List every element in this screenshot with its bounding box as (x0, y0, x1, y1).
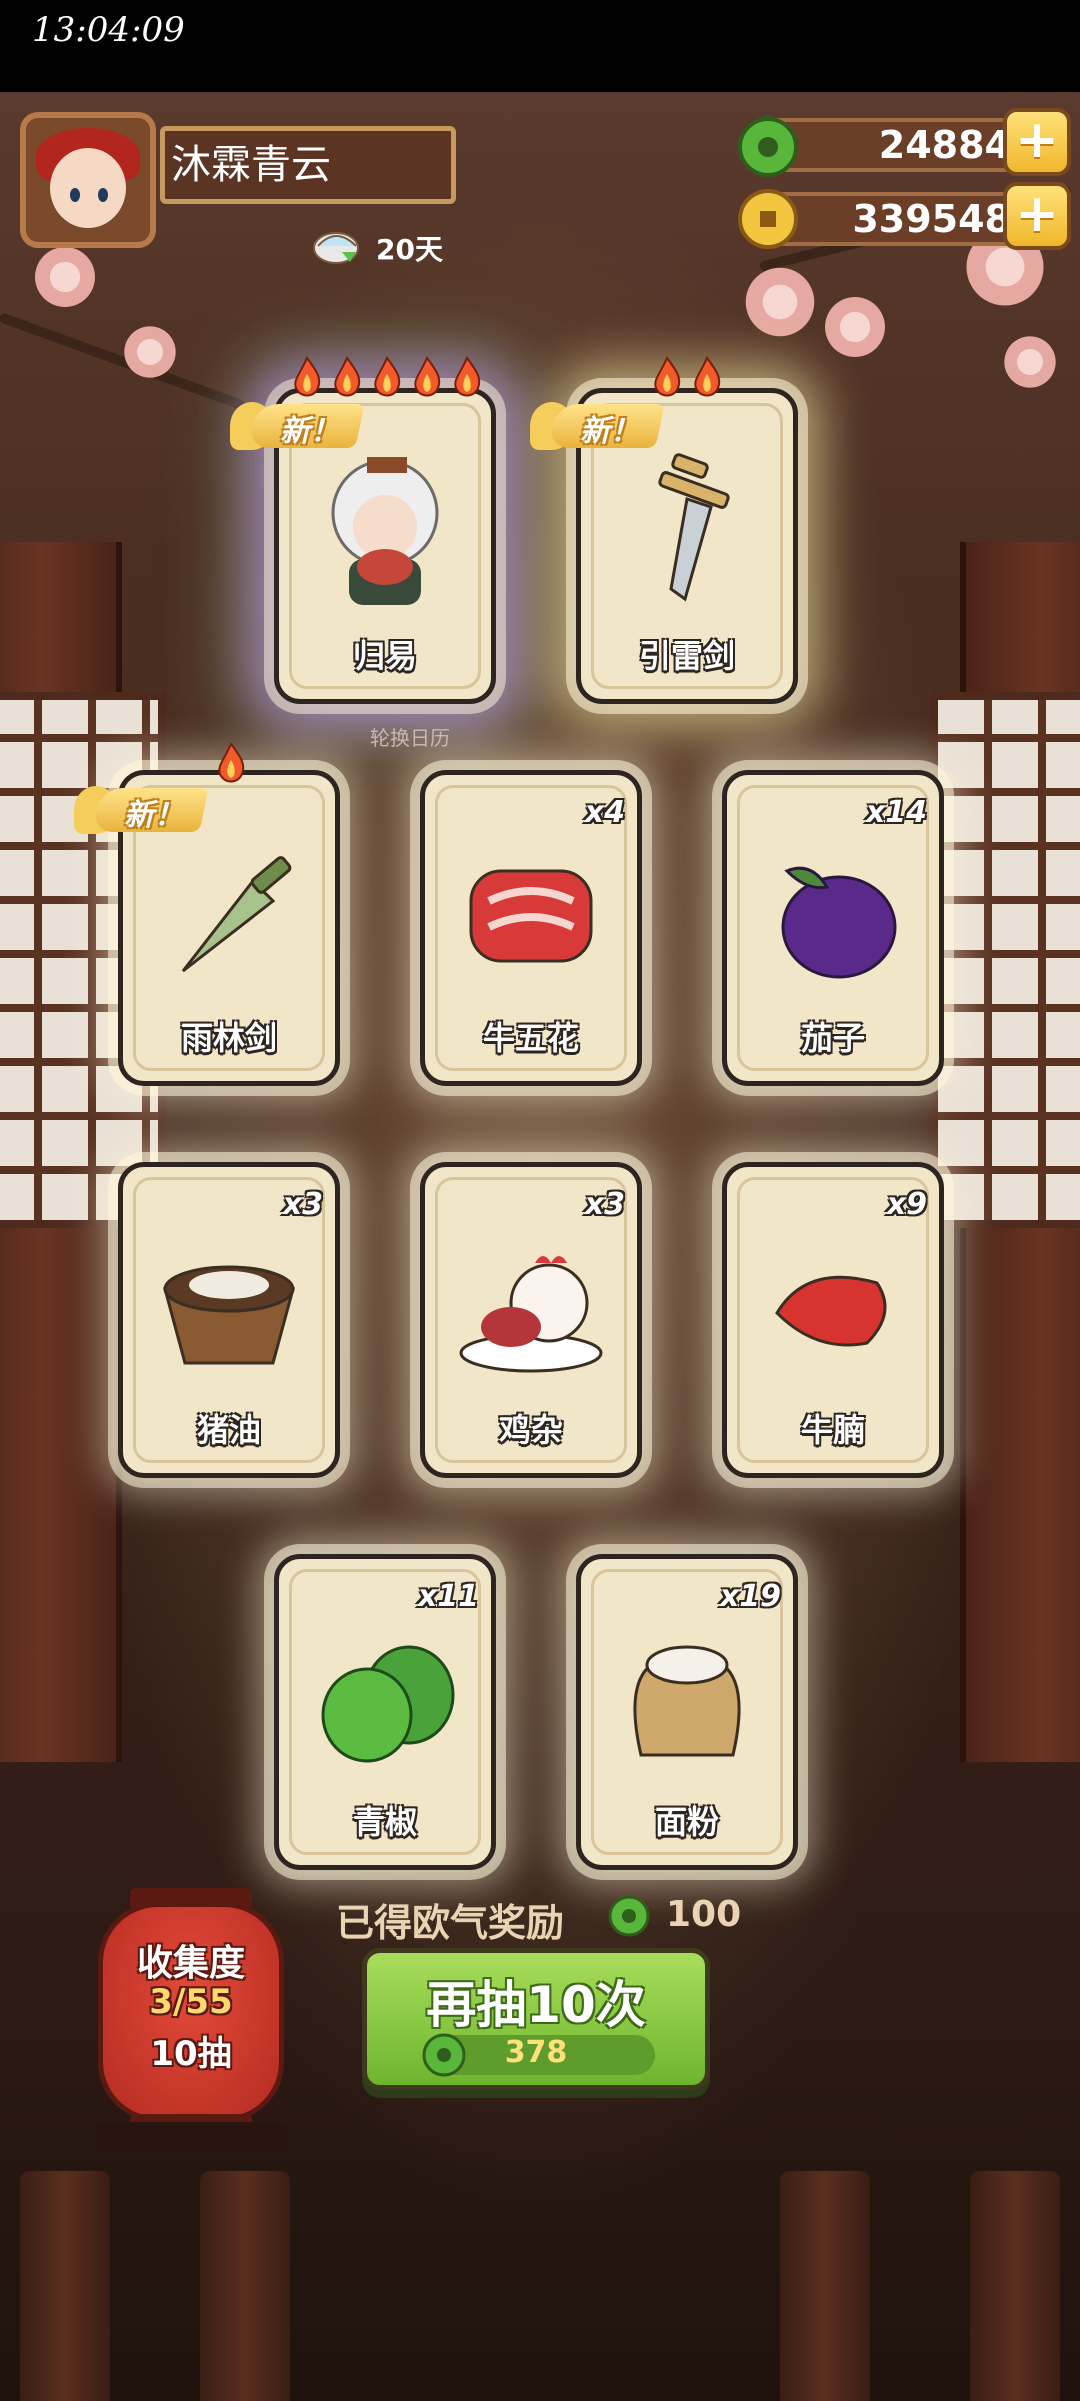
blossom (820, 292, 890, 362)
flame-icon (654, 356, 681, 397)
collection-draws: 10抽 (150, 2034, 232, 2074)
pork-belly-icon (469, 869, 593, 963)
leaf-dagger-icon (181, 856, 292, 973)
reward-label: 已得欧气奖励 (336, 1901, 565, 1945)
dumpling-icon (313, 232, 359, 264)
card-count: x9 (886, 1187, 927, 1222)
card-name: 茄子 (800, 1019, 865, 1057)
card-name: 面粉 (654, 1803, 719, 1841)
flame-icon (294, 356, 321, 397)
flame-icon (414, 356, 441, 397)
blossom (120, 322, 180, 382)
blossom (30, 242, 100, 312)
rotation-calendar-label: 轮换日历 (370, 726, 450, 750)
chef-character-art (331, 457, 439, 605)
card-name: 雨林剑 (180, 1019, 277, 1057)
reward-value: 100 (666, 1894, 742, 1935)
coin-amount: 339548 (765, 192, 1035, 246)
green-pepper-icon (321, 1645, 455, 1763)
flame-icon (334, 356, 361, 397)
new-badge: 新！ (74, 782, 209, 838)
coin-currency: 339548 + (735, 182, 1071, 250)
flame-icon (454, 356, 481, 397)
card-qingjiao[interactable]: x11 青椒 (274, 1554, 496, 1870)
sword-icon (658, 453, 730, 602)
collection-title: 收集度 (136, 1943, 245, 1984)
fence-post (780, 2171, 870, 2401)
card-name: 归易 (352, 637, 417, 675)
jade-currency: 24884 + (735, 108, 1071, 177)
card-niunan[interactable]: x9 牛腩 (722, 1162, 944, 1478)
clock: 13:04:09 (32, 10, 185, 50)
fence-post (200, 2171, 290, 2401)
jade-icon (738, 115, 798, 177)
card-name: 鸡杂 (498, 1411, 563, 1449)
card-count: x14 (865, 795, 927, 830)
flour-sack-icon (633, 1645, 741, 1757)
card-name: 引雷剑 (638, 637, 735, 675)
player-name: 沐霖青云 (160, 126, 456, 204)
draw-again-label: 再抽10次 (426, 1976, 646, 2034)
flame-icon (374, 356, 401, 397)
card-count: x19 (719, 1579, 781, 1614)
blossom (1000, 332, 1060, 392)
lantern-stand (96, 2122, 286, 2152)
status-bar: 13:04:09 (0, 0, 1080, 92)
card-qiezi[interactable]: x14 茄子 (722, 770, 944, 1086)
card-name: 猪油 (196, 1411, 261, 1449)
card-count: x3 (584, 1187, 625, 1222)
jade-amount: 24884 (765, 118, 1035, 172)
login-days: 20天 (376, 233, 443, 266)
player-avatar[interactable] (20, 112, 156, 248)
jade-icon (608, 1895, 650, 1937)
blossom (740, 262, 820, 342)
card-mianfen[interactable]: x19 面粉 (576, 1554, 798, 1870)
add-coin-button[interactable]: + (1003, 182, 1071, 250)
card-count: x4 (584, 795, 625, 830)
card-name: 牛腩 (800, 1411, 865, 1449)
collection-lantern-button[interactable]: 收集度 3/55 10抽 (98, 1888, 284, 2138)
collection-progress: 3/55 (149, 1982, 233, 2022)
eggplant-icon (781, 866, 897, 979)
flame-icon (218, 742, 245, 783)
fence-post (20, 2171, 110, 2401)
chicken-giblets-icon (459, 1256, 603, 1373)
card-name: 牛五花 (482, 1019, 579, 1057)
fence-post (970, 2171, 1060, 2401)
flame-icon (694, 356, 721, 397)
card-count: x11 (417, 1579, 479, 1614)
card-niuwuhua[interactable]: x4 牛五花 (420, 770, 642, 1086)
draw-again-button[interactable]: 再抽10次 378 (362, 1948, 710, 2090)
card-jiza[interactable]: x3 鸡杂 (420, 1162, 642, 1478)
card-count: x3 (282, 1187, 323, 1222)
new-badge: 新！ (230, 398, 365, 454)
card-zhuyou[interactable]: x3 猪油 (118, 1162, 340, 1478)
add-jade-button[interactable]: + (1003, 108, 1071, 176)
draw-cost: 378 (504, 2035, 568, 2070)
card-name: 青椒 (352, 1803, 417, 1841)
right-window-lattice (930, 692, 1080, 1228)
lard-bowl-icon (163, 1265, 295, 1365)
beef-brisket-icon (775, 1275, 887, 1347)
gold-coin-icon (738, 189, 798, 249)
new-badge: 新！ (530, 398, 665, 454)
